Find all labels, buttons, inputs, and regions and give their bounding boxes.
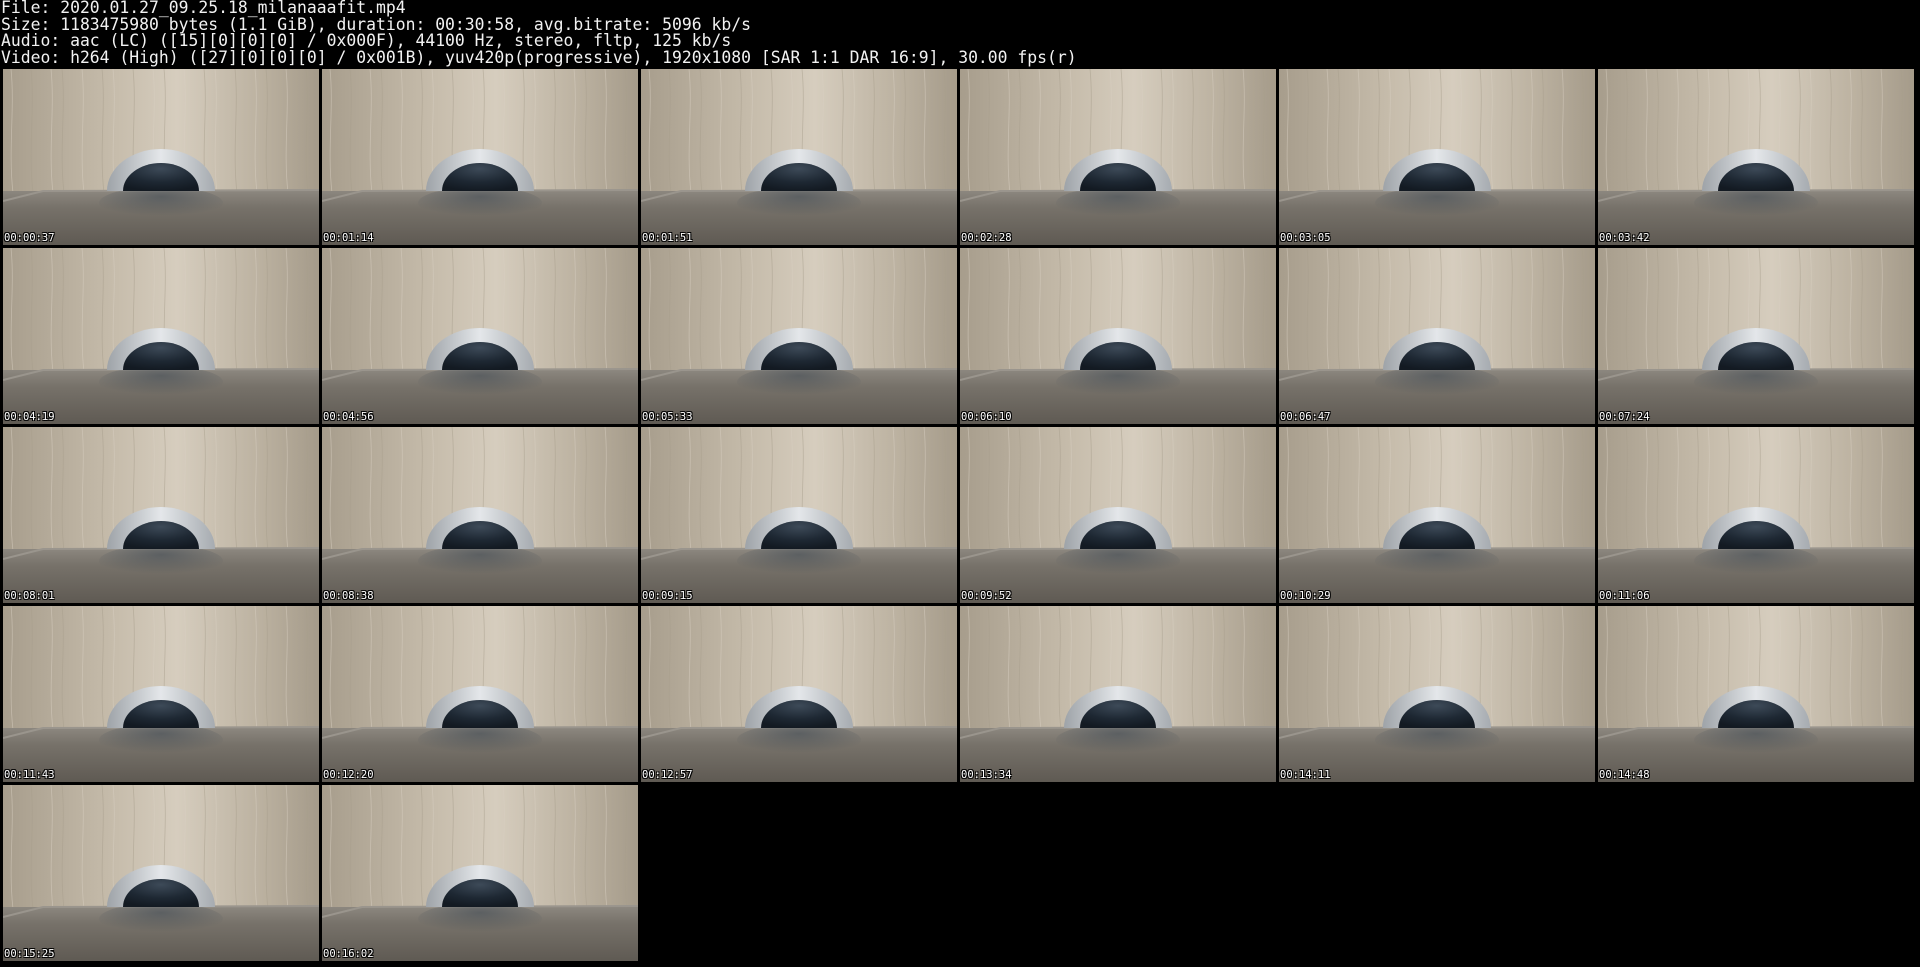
video-thumbnail: 00:06:47 bbox=[1279, 248, 1595, 424]
thumbnail-timestamp: 00:07:24 bbox=[1599, 411, 1650, 423]
video-thumbnail: 00:14:11 bbox=[1279, 606, 1595, 782]
thumbnail-frame-image bbox=[322, 606, 638, 782]
thumbnail-frame-image bbox=[1598, 69, 1914, 245]
video-thumbnail: 00:03:05 bbox=[1279, 69, 1595, 245]
video-thumbnail: 00:07:24 bbox=[1598, 248, 1914, 424]
video-thumbnail: 00:16:02 bbox=[322, 785, 638, 961]
video-thumbnail: 00:09:52 bbox=[960, 427, 1276, 603]
video-thumbnail: 00:08:01 bbox=[3, 427, 319, 603]
thumbnail-frame-image bbox=[641, 248, 957, 424]
video-thumbnail: 00:04:56 bbox=[322, 248, 638, 424]
thumbnail-grid: 00:00:37 00:01:14 00:01:51 00:02:28 00:03:05… bbox=[3, 69, 1915, 964]
video-thumbnail: 00:13:34 bbox=[960, 606, 1276, 782]
thumbnail-timestamp: 00:11:06 bbox=[1599, 590, 1650, 602]
thumbnail-frame-image bbox=[322, 785, 638, 961]
video-thumbnail: 00:14:48 bbox=[1598, 606, 1914, 782]
thumbnail-timestamp: 00:06:10 bbox=[961, 411, 1012, 423]
thumbnail-frame-image bbox=[322, 427, 638, 603]
thumbnail-frame-image bbox=[322, 69, 638, 245]
thumbnail-frame-image bbox=[641, 606, 957, 782]
thumbnail-frame-image bbox=[960, 427, 1276, 603]
thumbnail-timestamp: 00:03:42 bbox=[1599, 232, 1650, 244]
thumbnail-frame-image bbox=[641, 69, 957, 245]
video-thumbnail: 00:11:43 bbox=[3, 606, 319, 782]
video-thumbnail: 00:12:20 bbox=[322, 606, 638, 782]
video-thumbnail: 00:15:25 bbox=[3, 785, 319, 961]
thumbnail-frame-image bbox=[3, 69, 319, 245]
video-thumbnail: 00:01:14 bbox=[322, 69, 638, 245]
thumbnail-timestamp: 00:09:15 bbox=[642, 590, 693, 602]
thumbnail-timestamp: 00:14:48 bbox=[1599, 769, 1650, 781]
thumbnail-timestamp: 00:03:05 bbox=[1280, 232, 1331, 244]
thumbnail-timestamp: 00:02:28 bbox=[961, 232, 1012, 244]
media-info-header: File: 2020.01.27_09.25.18_milanaaafit.mp… bbox=[1, 0, 1901, 66]
thumbnail-timestamp: 00:08:01 bbox=[4, 590, 55, 602]
video-thumbnail: 00:03:42 bbox=[1598, 69, 1914, 245]
video-thumbnail: 00:01:51 bbox=[641, 69, 957, 245]
thumbnail-timestamp: 00:13:34 bbox=[961, 769, 1012, 781]
video-thumbnail: 00:08:38 bbox=[322, 427, 638, 603]
thumbnail-frame-image bbox=[1279, 248, 1595, 424]
thumbnail-frame-image bbox=[1279, 427, 1595, 603]
thumbnail-timestamp: 00:12:57 bbox=[642, 769, 693, 781]
video-thumbnail: 00:00:37 bbox=[3, 69, 319, 245]
thumbnail-frame-image bbox=[960, 248, 1276, 424]
video-thumbnail: 00:10:29 bbox=[1279, 427, 1595, 603]
thumbnail-frame-image bbox=[1598, 248, 1914, 424]
thumbnail-timestamp: 00:00:37 bbox=[4, 232, 55, 244]
thumbnail-frame-image bbox=[641, 427, 957, 603]
thumbnail-frame-image bbox=[960, 69, 1276, 245]
video-thumbnail: 00:05:33 bbox=[641, 248, 957, 424]
thumbnail-timestamp: 00:09:52 bbox=[961, 590, 1012, 602]
video-thumbnail: 00:04:19 bbox=[3, 248, 319, 424]
thumbnail-timestamp: 00:06:47 bbox=[1280, 411, 1331, 423]
thumbnail-timestamp: 00:12:20 bbox=[323, 769, 374, 781]
thumbnail-frame-image bbox=[1598, 606, 1914, 782]
video-thumbnail: 00:02:28 bbox=[960, 69, 1276, 245]
video-thumbnail: 00:06:10 bbox=[960, 248, 1276, 424]
thumbnail-frame-image bbox=[322, 248, 638, 424]
thumbnail-timestamp: 00:10:29 bbox=[1280, 590, 1331, 602]
thumbnail-frame-image bbox=[3, 606, 319, 782]
thumbnail-timestamp: 00:11:43 bbox=[4, 769, 55, 781]
thumbnail-frame-image bbox=[960, 606, 1276, 782]
thumbnail-frame-image bbox=[3, 427, 319, 603]
thumbnail-timestamp: 00:14:11 bbox=[1280, 769, 1331, 781]
thumbnail-timestamp: 00:04:19 bbox=[4, 411, 55, 423]
thumbnail-frame-image bbox=[1279, 69, 1595, 245]
video-thumbnail: 00:09:15 bbox=[641, 427, 957, 603]
thumbnail-timestamp: 00:08:38 bbox=[323, 590, 374, 602]
thumbnail-timestamp: 00:01:14 bbox=[323, 232, 374, 244]
thumbnail-timestamp: 00:16:02 bbox=[323, 948, 374, 960]
thumbnail-timestamp: 00:05:33 bbox=[642, 411, 693, 423]
thumbnail-timestamp: 00:01:51 bbox=[642, 232, 693, 244]
thumbnail-timestamp: 00:15:25 bbox=[4, 948, 55, 960]
thumbnail-frame-image bbox=[3, 248, 319, 424]
thumbnail-frame-image bbox=[1279, 606, 1595, 782]
thumbnail-frame-image bbox=[1598, 427, 1914, 603]
thumbnail-frame-image bbox=[3, 785, 319, 961]
thumbnail-timestamp: 00:04:56 bbox=[323, 411, 374, 423]
video-info-line: Video: h264 (High) ([27][0][0][0] / 0x00… bbox=[1, 47, 1077, 67]
video-thumbnail: 00:11:06 bbox=[1598, 427, 1914, 603]
video-thumbnail: 00:12:57 bbox=[641, 606, 957, 782]
